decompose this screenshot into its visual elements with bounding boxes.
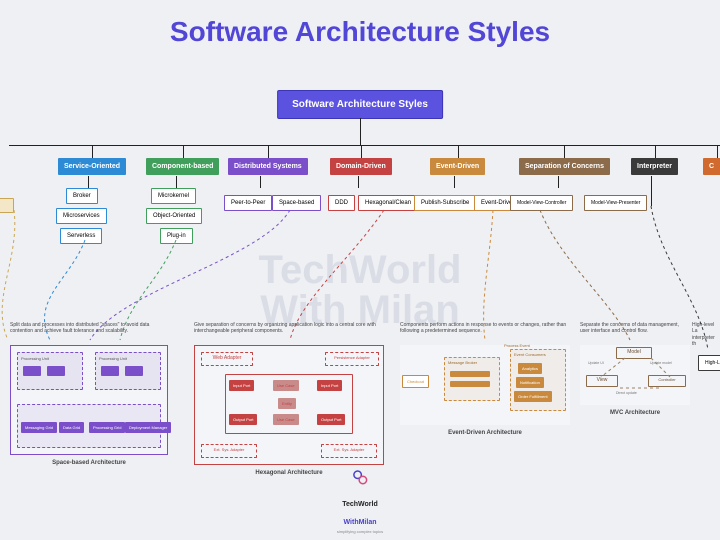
leaf-microkernel: Microkernel bbox=[151, 188, 196, 204]
leaf-mvc: Model-View-Controller bbox=[510, 195, 573, 211]
category-hline bbox=[9, 145, 720, 146]
leaf-plugin: Plug-in bbox=[160, 228, 193, 244]
root-connector bbox=[360, 118, 361, 145]
leaf-microservices: Microservices bbox=[56, 208, 107, 224]
desc-space-based: Split data and processes into distribute… bbox=[10, 322, 160, 335]
desc-event-driven: Components perform actions in response t… bbox=[400, 322, 570, 335]
cat-service-oriented: Service-Oriented bbox=[58, 158, 126, 175]
page-title: Software Architecture Styles bbox=[0, 16, 720, 48]
watermark: TechWorldWith Milan bbox=[259, 250, 462, 330]
leaf-object-oriented: Object-Oriented bbox=[146, 208, 202, 224]
desc-interpreter: High-level La interpreter th bbox=[692, 322, 720, 347]
leaf-ddd: DDD bbox=[328, 195, 355, 211]
cat-separation-concerns: Separation of Concerns bbox=[519, 158, 610, 175]
leaf-space-based: Space-based bbox=[272, 195, 321, 211]
panel-hexagonal: Web Adapter Persistence Adapter Input Po… bbox=[194, 345, 384, 465]
panel-mvc: Model View Controller Update UI Update m… bbox=[580, 345, 690, 405]
logo-icon bbox=[351, 468, 369, 486]
desc-mvc: Separate the concerns of data management… bbox=[580, 322, 690, 335]
desc-hexagonal: Give separation of concerns by organizin… bbox=[194, 322, 384, 335]
cat-interpreter: Interpreter bbox=[631, 158, 678, 175]
leaf-high-level-cropped: High-Leve bbox=[698, 355, 720, 371]
root-node: Software Architecture Styles bbox=[277, 90, 443, 119]
leaf-peer-to-peer: Peer-to-Peer bbox=[224, 195, 272, 211]
panel-title-space-based: Space-based Architecture bbox=[10, 460, 168, 466]
cat-component-based: Component-based bbox=[146, 158, 219, 175]
panel-title-event-driven: Event-Driven Architecture bbox=[400, 430, 570, 436]
cat-domain-driven: Domain-Driven bbox=[330, 158, 392, 175]
leaf-hexagonal: Hexagonal/Clean bbox=[358, 195, 418, 211]
logo: TechWorld WithMilan simplifying complex … bbox=[337, 468, 383, 534]
cat-event-driven: Event-Driven bbox=[430, 158, 485, 175]
leaf-pubsub: Publish-Subscribe bbox=[414, 195, 476, 211]
leaf-serverless: Serverless bbox=[60, 228, 102, 244]
panel-space-based: Processing Unit Processing Unit Messagin… bbox=[10, 345, 168, 455]
cat-partial-right: C bbox=[703, 158, 720, 175]
cat-distributed-systems: Distributed Systems bbox=[228, 158, 308, 175]
panel-title-mvc: MVC Architecture bbox=[580, 410, 690, 416]
panel-event-driven: Checkout Message Broker Event Consumers … bbox=[400, 345, 570, 425]
leaf-mvp: Model-View-Presenter bbox=[584, 195, 647, 211]
leaf-broker: Broker bbox=[66, 188, 98, 204]
leaf-cropped-left bbox=[0, 198, 14, 213]
